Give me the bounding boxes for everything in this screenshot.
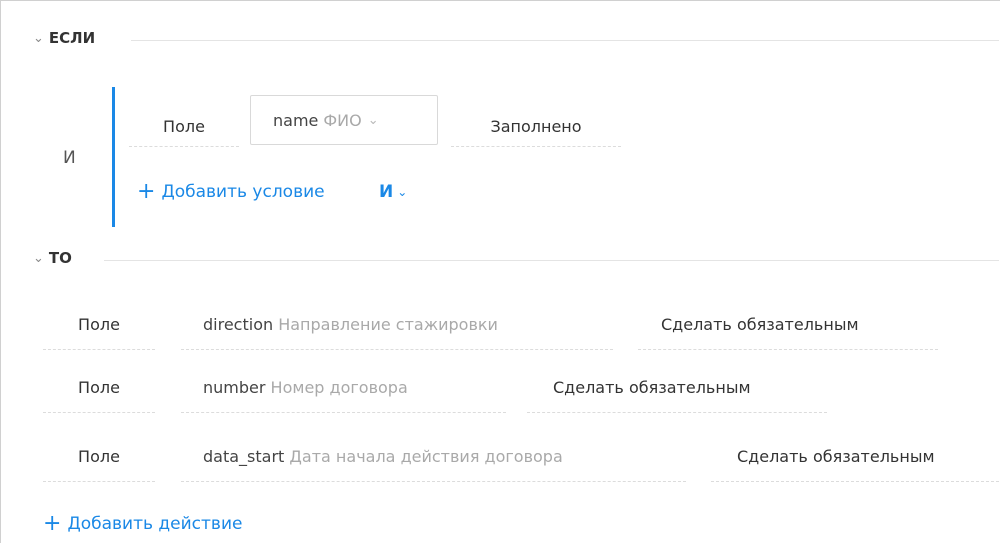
add-condition-label: Добавить условие [161,182,325,202]
action-field-key: data_start [203,447,285,466]
then-section-divider [104,260,999,261]
action-field-label: Поле [43,377,155,413]
action-field-select[interactable]: number Номер договора [181,377,506,413]
action-field-label: Поле [43,314,155,350]
condition-group-bar [112,87,115,227]
condition-group-operator: И [63,148,76,168]
action-field-desc: Направление стажировки [278,315,498,334]
if-section-header[interactable]: ⌄ ЕСЛИ [33,29,95,47]
condition-field-key: name [273,110,319,130]
add-condition-operator-dropdown[interactable]: И ⌄ [379,182,407,202]
condition-field-desc: ФИО [323,110,362,130]
action-field-label: Поле [43,446,155,482]
then-section-header[interactable]: ⌄ ТО [33,249,72,267]
chevron-down-icon[interactable]: ⌄ [33,251,44,266]
chevron-down-icon: ⌄ [397,185,408,199]
add-action-label: Добавить действие [67,514,243,534]
then-section-title: ТО [48,249,72,267]
chevron-down-icon: ⌄ [367,112,379,128]
action-field-key: direction [203,315,274,334]
condition-field-select[interactable]: name ФИО ⌄ [250,95,438,145]
action-type[interactable]: Сделать обязательным [527,377,827,413]
action-field-key: number [203,378,266,397]
action-type[interactable]: Сделать обязательным [638,314,938,350]
add-action-button[interactable]: + Добавить действие [43,513,242,535]
action-field-desc: Дата начала действия договора [289,447,563,466]
plus-icon: + [137,179,156,204]
action-field-select[interactable]: direction Направление стажировки [181,314,613,350]
add-condition-operator: И [379,182,394,202]
add-condition-button[interactable]: + Добавить условие [137,181,325,203]
action-type[interactable]: Сделать обязательным [711,446,999,482]
if-section-title: ЕСЛИ [48,29,96,47]
rule-editor-panel: ⌄ ЕСЛИ И Поле name ФИО ⌄ Заполнено + Доб… [0,0,1000,543]
action-field-select[interactable]: data_start Дата начала действия договора [181,446,686,482]
if-section-divider [131,40,999,41]
plus-icon: + [43,511,62,536]
condition-field-label: Поле [129,116,239,147]
chevron-down-icon[interactable]: ⌄ [33,31,44,46]
action-field-desc: Номер договора [270,378,408,397]
condition-operator-value[interactable]: Заполнено [451,116,621,147]
